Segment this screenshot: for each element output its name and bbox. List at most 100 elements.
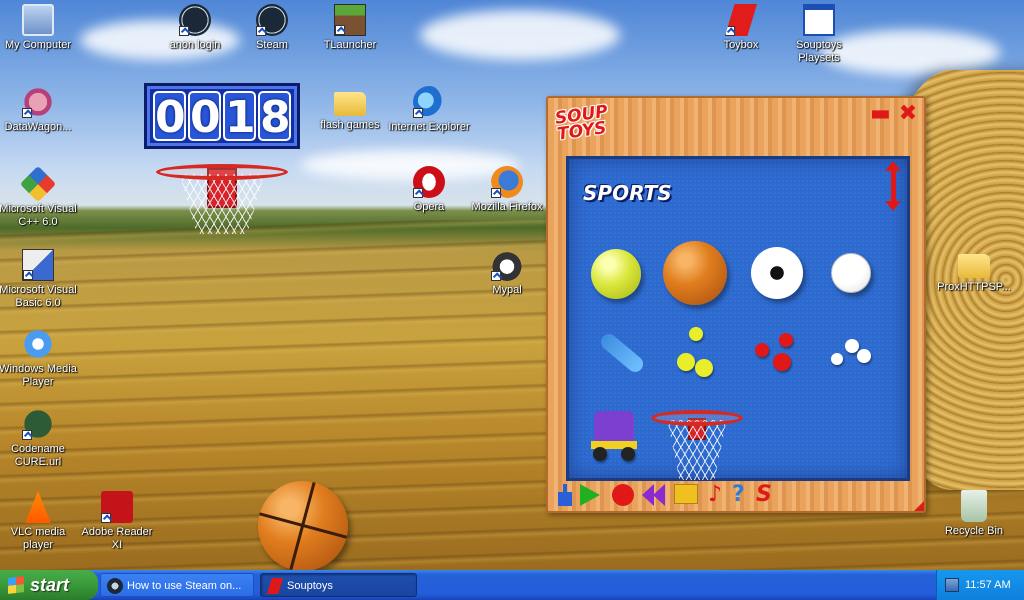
windows-flag-icon xyxy=(8,576,24,594)
scroll-arrows[interactable] xyxy=(885,161,901,211)
desktop-icon-windows-media-player[interactable]: Windows Media Player xyxy=(0,328,80,389)
close-button[interactable]: ✖ xyxy=(898,103,918,125)
desktop-icon-mypal[interactable]: Mypal xyxy=(465,249,549,297)
icon-label: Toybox xyxy=(723,39,759,51)
folder-icon xyxy=(334,92,366,116)
yellow-balls-icon[interactable] xyxy=(675,327,719,379)
taskbar-button-souptoys[interactable]: Souptoys xyxy=(260,573,417,597)
taskbar: start How to use Steam on... Souptoys 11… xyxy=(0,570,1024,600)
yellow-square xyxy=(674,484,698,504)
souptoys-window[interactable]: SOUP TOYS ▬ ✖ SPORTS ♪ ? S xyxy=(546,96,926,513)
record-icon[interactable] xyxy=(612,484,634,506)
scroll-down-arrow-icon[interactable] xyxy=(885,201,901,211)
cure-icon xyxy=(22,408,54,440)
desktop-icon-my-computer[interactable]: My Computer xyxy=(0,4,80,52)
icon-label: Adobe Reader XI xyxy=(81,526,153,551)
icon-label: flash games xyxy=(320,119,380,131)
yellow-square-icon[interactable] xyxy=(674,484,698,506)
desktop-icon-opera[interactable]: Opera xyxy=(387,166,471,214)
basketball-hoop-toy[interactable] xyxy=(156,158,288,248)
icon-label: Opera xyxy=(413,201,445,213)
white-balls-icon[interactable] xyxy=(831,339,881,369)
basketball-hoop-icon[interactable] xyxy=(651,404,743,480)
yellow-ball xyxy=(677,353,695,371)
shortcut-arrow-icon xyxy=(491,271,501,281)
desktop-icon-vlc[interactable]: VLC media player xyxy=(0,491,80,552)
score-digit: 1 xyxy=(223,91,256,143)
desktop-icon-proxhttpsp[interactable]: ProxHTTPSP... xyxy=(932,248,1016,294)
rewind-icon[interactable] xyxy=(642,484,665,506)
desktop-icon-firefox[interactable]: Mozilla Firefox xyxy=(465,166,549,214)
red-balls-icon[interactable] xyxy=(755,333,805,373)
desktop-icon-steam[interactable]: Steam xyxy=(230,4,314,52)
recycle-bin-icon xyxy=(961,490,987,522)
tennis-ball-icon[interactable] xyxy=(591,249,641,299)
icon-label: anon login xyxy=(169,39,221,51)
hoop-net xyxy=(179,174,265,234)
taskbar-button-steam-guide[interactable]: How to use Steam on... xyxy=(100,573,254,597)
desktop-icon-tlauncher[interactable]: TLauncher xyxy=(308,4,392,52)
desktop-icon-internet-explorer[interactable]: Internet Explorer xyxy=(387,86,471,134)
resize-grip[interactable] xyxy=(914,501,924,511)
desktop-icon-adobe-reader[interactable]: Adobe Reader XI xyxy=(75,491,159,552)
skate-boot xyxy=(594,411,634,441)
souptoys-s-icon xyxy=(725,4,757,36)
cloud xyxy=(420,10,620,60)
desktop-icon-datawagon[interactable]: DataWagon... xyxy=(0,86,80,134)
network-icon[interactable] xyxy=(945,578,959,592)
desktop-icon-visual-cpp[interactable]: Microsoft Visual C++ 6.0 xyxy=(0,165,80,229)
clock[interactable]: 11:57 AM xyxy=(965,570,1011,600)
scoreboard-toy[interactable]: 0 0 1 8 xyxy=(144,83,300,149)
desktop-icon-flash-games[interactable]: flash games xyxy=(308,86,392,132)
icon-label: Steam xyxy=(256,39,288,51)
play-icon[interactable] xyxy=(580,484,602,506)
roller-skate-icon[interactable] xyxy=(591,411,637,461)
icon-label: Internet Explorer xyxy=(388,121,470,133)
souptoys-s-icon[interactable]: S xyxy=(756,484,778,506)
blue-jack-icon[interactable] xyxy=(554,484,576,506)
mypal-icon xyxy=(491,249,523,281)
minimize-button[interactable]: ▬ xyxy=(870,103,891,125)
basketball-toy[interactable] xyxy=(258,481,348,570)
desktop-icon-codename-cure[interactable]: Codename CURE.url xyxy=(0,408,80,469)
desktop-icon-toybox[interactable]: Toybox xyxy=(699,4,783,52)
skate-wheel xyxy=(621,447,635,461)
task-label: How to use Steam on... xyxy=(127,580,242,592)
score-digit: 0 xyxy=(153,91,186,143)
shortcut-arrow-icon xyxy=(335,25,345,35)
shortcut-arrow-icon xyxy=(179,26,189,36)
desktop-icon-souptoys-playsets[interactable]: Souptoys Playsets xyxy=(777,4,861,65)
desktop[interactable]: My Computer anon login Steam TLauncher D… xyxy=(0,0,1024,570)
rewind-triangle xyxy=(653,484,665,506)
music-note-icon[interactable]: ♪ xyxy=(708,484,730,506)
firefox-icon xyxy=(491,166,523,198)
datawagon-icon xyxy=(22,86,54,118)
visual-cpp-icon xyxy=(19,165,57,203)
soccer-ball-icon[interactable] xyxy=(751,247,803,299)
shortcut-arrow-icon xyxy=(101,513,111,523)
vlc-cone-icon xyxy=(25,491,51,523)
start-button[interactable]: start xyxy=(0,570,98,600)
category-heading: SPORTS xyxy=(583,181,672,205)
shortcut-arrow-icon xyxy=(22,430,32,440)
desktop-icon-anon-login[interactable]: anon login xyxy=(153,4,237,52)
basketball-icon[interactable] xyxy=(663,241,727,305)
desktop-icon-visual-basic[interactable]: Microsoft Visual Basic 6.0 xyxy=(0,249,80,310)
shortcut-arrow-icon xyxy=(23,270,33,280)
hoop-rim xyxy=(651,410,743,426)
icon-label: DataWagon... xyxy=(4,121,72,133)
shortcut-arrow-icon xyxy=(22,108,32,118)
system-tray: 11:57 AM xyxy=(936,570,1024,600)
blue-jack-handle xyxy=(563,484,567,493)
yellow-ball xyxy=(689,327,703,341)
help-icon[interactable]: ? xyxy=(732,484,754,506)
blue-jack-base xyxy=(558,492,572,506)
adobe-reader-icon xyxy=(101,491,133,523)
bat-icon[interactable] xyxy=(597,330,647,376)
hoop-rim xyxy=(156,164,288,180)
folder-icon xyxy=(958,254,990,278)
desktop-icon-recycle-bin[interactable]: Recycle Bin xyxy=(932,490,1016,538)
icon-label: Mypal xyxy=(492,284,522,296)
baseball-icon[interactable] xyxy=(831,253,871,293)
window-icon xyxy=(803,4,835,36)
